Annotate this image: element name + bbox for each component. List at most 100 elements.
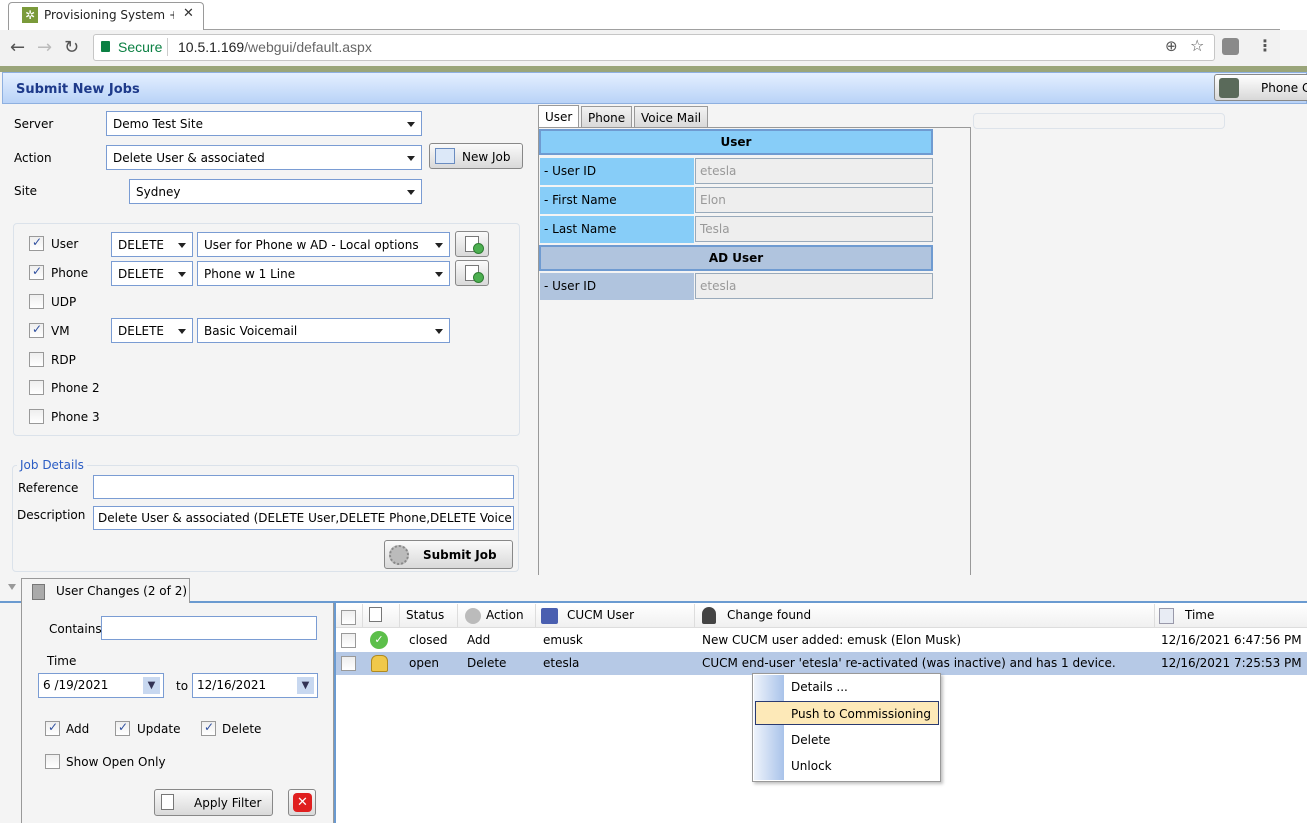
to-date-picker[interactable]: 12/16/2021 ▼ <box>192 673 318 698</box>
description-input[interactable]: Delete User & associated (DELETE User,DE… <box>93 506 514 530</box>
vm-template-select[interactable]: Basic Voicemail <box>197 318 450 343</box>
udp-checkbox[interactable] <box>29 294 44 309</box>
apply-filter-label: Apply Filter <box>194 796 262 810</box>
user-op-select[interactable]: DELETE <box>111 232 193 257</box>
time-column-header[interactable]: Time <box>1155 604 1307 628</box>
user-apply-button[interactable] <box>455 231 489 257</box>
phone-apply-button[interactable] <box>455 260 489 286</box>
row-checkbox[interactable] <box>341 656 356 671</box>
contains-input[interactable] <box>101 616 317 640</box>
rdp-item-label: RDP <box>51 353 76 367</box>
description-label: Description <box>17 508 86 522</box>
menu-item-details[interactable]: Details ... <box>791 680 848 694</box>
action-select[interactable]: Delete User & associated <box>106 145 422 170</box>
user-checkbox[interactable] <box>29 235 44 251</box>
menu-item-unlock[interactable]: Unlock <box>791 759 832 773</box>
person-icon <box>702 607 716 624</box>
user-cell: etesla <box>543 656 580 670</box>
apply-filter-button[interactable]: Apply Filter <box>154 789 273 816</box>
lock-icon <box>101 41 110 52</box>
chevron-down-icon <box>178 243 186 248</box>
collapse-arrow-icon[interactable] <box>8 584 16 590</box>
phone-template-select[interactable]: Phone w 1 Line <box>197 261 450 286</box>
row-checkbox[interactable] <box>341 633 356 648</box>
close-icon: ✕ <box>293 793 312 812</box>
time-cell: 12/16/2021 6:47:56 PM <box>1161 633 1302 647</box>
table-row[interactable]: ✓ closed Add emusk New CUCM user added: … <box>336 629 1307 652</box>
table-row[interactable]: open Delete etesla CUCM end-user 'etesla… <box>336 652 1307 675</box>
zoom-icon[interactable]: ⊕ <box>1165 37 1178 55</box>
select-all-column <box>336 604 363 628</box>
user-template-select[interactable]: User for Phone w AD - Local options <box>197 232 450 257</box>
add-filter-checkbox[interactable] <box>45 720 60 736</box>
page-title: Submit New Jobs <box>16 82 140 97</box>
browser-menu-icon[interactable]: ⋮ <box>1257 36 1273 55</box>
url-host: 10.5.1.169 <box>178 39 245 55</box>
tab-user-changes[interactable]: User Changes (2 of 2) <box>21 578 190 603</box>
select-all-checkbox[interactable] <box>341 610 356 625</box>
chevron-down-icon <box>435 243 443 248</box>
submit-job-button[interactable]: Submit Job <box>384 540 513 569</box>
url-text[interactable]: 10.5.1.169/webgui/default.aspx <box>178 39 372 55</box>
rdp-checkbox[interactable] <box>29 352 44 367</box>
divider <box>167 38 168 56</box>
ad-user-id-value: etesla <box>695 273 933 299</box>
phone-template-value: Phone w 1 Line <box>204 267 296 281</box>
phone-button[interactable]: Phone C <box>1214 74 1307 101</box>
udp-item-label: UDP <box>51 295 77 309</box>
phone2-checkbox[interactable] <box>29 380 44 395</box>
phone3-checkbox[interactable] <box>29 409 44 424</box>
status-cell: open <box>409 656 439 670</box>
status-cell: closed <box>409 633 448 647</box>
from-date-picker[interactable]: 6 /19/2021 ▼ <box>38 673 164 698</box>
to-date-value: 12/16/2021 <box>197 678 267 692</box>
extension-icon[interactable] <box>1222 38 1239 55</box>
action-value: Delete User & associated <box>113 151 265 165</box>
gear-favicon-icon: ✲ <box>22 7 38 23</box>
calendar-icon <box>1159 608 1174 624</box>
action-column-header[interactable]: Action <box>458 604 536 628</box>
update-filter-checkbox[interactable] <box>115 720 130 736</box>
gear-icon <box>389 545 409 565</box>
show-open-only-checkbox[interactable] <box>45 754 60 769</box>
close-tab-icon[interactable]: ✕ <box>183 6 194 21</box>
chevron-down-icon[interactable]: ▼ <box>297 677 314 694</box>
context-menu: Details ... Push to Commissioning Delete… <box>752 673 941 782</box>
time-column-label: Time <box>1185 608 1215 622</box>
menu-item-delete[interactable]: Delete <box>791 733 830 747</box>
change-found-column-label: Change found <box>727 608 812 622</box>
last-name-value: Tesla <box>695 216 933 242</box>
tab-voice-mail[interactable]: Voice Mail <box>634 106 709 128</box>
tab-phone[interactable]: Phone <box>581 106 633 128</box>
vm-template-value: Basic Voicemail <box>204 324 298 338</box>
phone-icon <box>1219 78 1239 98</box>
site-select[interactable]: Sydney <box>129 179 422 204</box>
vm-op-select[interactable]: DELETE <box>111 318 193 343</box>
show-open-only-label: Show Open Only <box>66 755 166 769</box>
clear-filter-button[interactable]: ✕ <box>288 789 316 816</box>
change-found-column-header[interactable]: Change found <box>695 604 1155 628</box>
chevron-down-icon[interactable]: ▼ <box>143 677 160 694</box>
to-label: to <box>176 679 189 693</box>
new-job-button[interactable]: New Job <box>429 143 523 169</box>
cucm-user-column-header[interactable]: CUCM User <box>536 604 695 628</box>
tab-user[interactable]: User <box>538 105 580 128</box>
secure-label: Secure <box>118 39 163 55</box>
ad-user-section-header: AD User <box>539 245 933 271</box>
bookmark-star-icon[interactable]: ☆ <box>1190 36 1204 55</box>
back-icon[interactable]: ← <box>10 37 25 58</box>
phone-op-select[interactable]: DELETE <box>111 261 193 286</box>
from-date-value: 6 /19/2021 <box>43 678 109 692</box>
menu-item-push-to-commissioning[interactable]: Push to Commissioning <box>791 707 931 721</box>
vm-op-value: DELETE <box>118 324 165 338</box>
search-document-icon <box>369 607 382 622</box>
reload-icon[interactable]: ↻ <box>64 37 79 58</box>
forward-icon[interactable]: → <box>37 37 52 58</box>
change-cell: New CUCM user added: emusk (Elon Musk) <box>702 633 962 647</box>
delete-filter-checkbox[interactable] <box>201 720 216 736</box>
reference-input[interactable] <box>93 475 514 499</box>
server-select[interactable]: Demo Test Site <box>106 111 422 136</box>
phone-checkbox[interactable] <box>29 264 44 280</box>
status-column-header[interactable]: Status <box>400 604 458 628</box>
vm-checkbox[interactable] <box>29 322 44 338</box>
